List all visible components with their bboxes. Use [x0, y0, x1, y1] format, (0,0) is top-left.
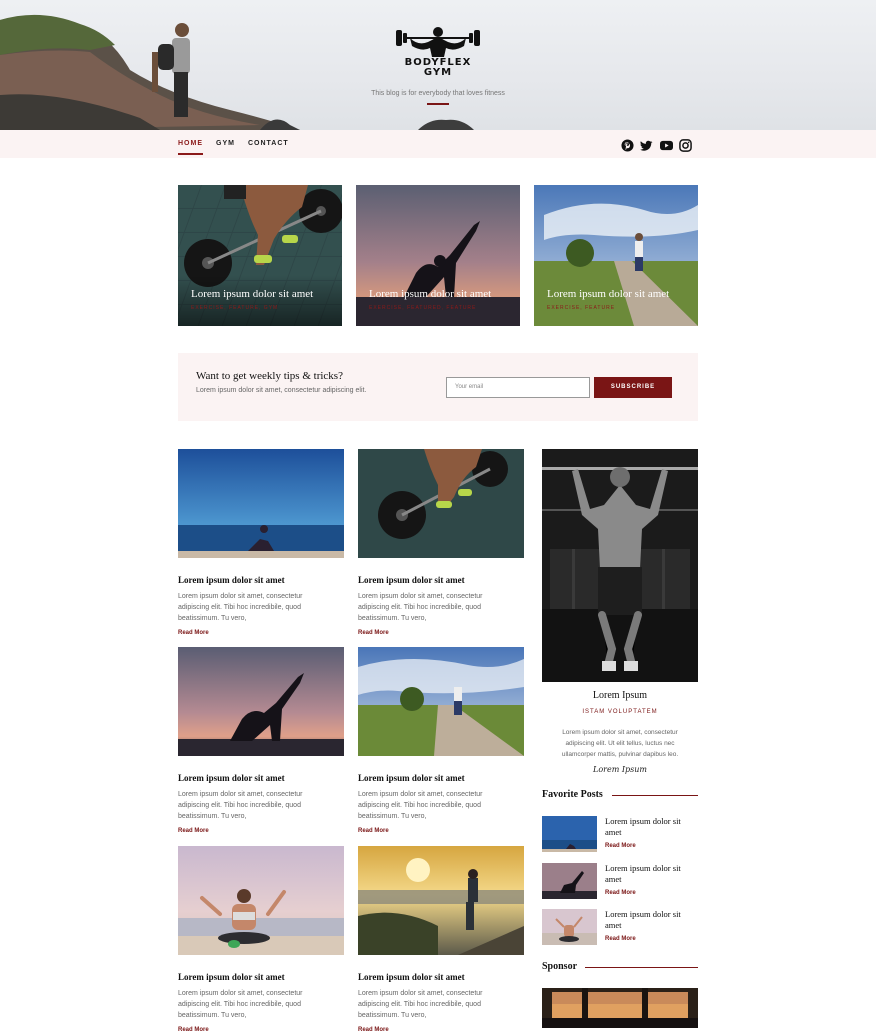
post-image-yoga-sunset: [178, 647, 344, 756]
post-title[interactable]: Lorem ipsum dolor sit amet: [178, 773, 344, 783]
post-excerpt: Lorem ipsum dolor sit amet, consectetur …: [178, 990, 303, 1019]
about-author-name: Lorem Ipsum: [592, 690, 648, 701]
bodybuilder-logo-icon: [396, 27, 480, 57]
post-card[interactable]: Lorem ipsum dolor sit amet Lorem ipsum d…: [178, 449, 344, 636]
post-title[interactable]: Lorem ipsum dolor sit amet: [358, 972, 524, 982]
read-more-link[interactable]: Read More: [178, 828, 344, 834]
instagram-icon[interactable]: [679, 139, 692, 152]
post-image-yoga-ocean: [178, 449, 344, 558]
site-tagline: This blog is for everybody that loves fi…: [371, 90, 505, 97]
heading-divider: [585, 967, 698, 968]
read-more-link[interactable]: Read More: [358, 1027, 524, 1033]
featured-post-meta: EXERCISE, FEATURE, GYM: [191, 305, 279, 311]
youtube-icon[interactable]: [659, 139, 674, 152]
favorite-post-title[interactable]: Lorem ipsum dolor sit amet: [605, 863, 699, 885]
post-image-meditation-beach: [178, 846, 344, 955]
featured-post-title[interactable]: Lorem ipsum dolor sit amet: [369, 288, 491, 300]
pinterest-icon[interactable]: [621, 139, 634, 152]
read-more-link[interactable]: Read More: [358, 630, 524, 636]
post-excerpt: Lorem ipsum dolor sit amet, consectetur …: [178, 791, 303, 820]
favorite-thumb-meditation: [542, 909, 597, 945]
post-card[interactable]: Lorem ipsum dolor sit amet Lorem ipsum d…: [358, 647, 524, 834]
nav-item-home[interactable]: HOME: [178, 140, 203, 155]
main-nav: HOME GYM CONTACT: [0, 130, 876, 158]
read-more-link[interactable]: Read More: [605, 936, 636, 942]
favorite-post-item[interactable]: Lorem ipsum dolor sit amet Read More: [542, 816, 698, 852]
site-logo[interactable]: BODYFLEX GYM This blog is for everybody …: [338, 24, 538, 105]
post-card[interactable]: Lorem ipsum dolor sit amet Lorem ipsum d…: [358, 449, 524, 636]
nav-item-contact[interactable]: CONTACT: [248, 140, 289, 147]
email-input[interactable]: Your email: [446, 377, 590, 398]
about-author-text: Lorem ipsum dolor sit amet, consectetur …: [561, 729, 679, 758]
post-excerpt: Lorem ipsum dolor sit amet, consectetur …: [358, 990, 483, 1019]
featured-post-title[interactable]: Lorem ipsum dolor sit amet: [191, 288, 313, 300]
favorite-post-item[interactable]: Lorem ipsum dolor sit amet Read More: [542, 909, 698, 945]
post-excerpt: Lorem ipsum dolor sit amet, consectetur …: [358, 791, 483, 820]
favorite-post-title[interactable]: Lorem ipsum dolor sit amet: [605, 909, 699, 931]
subscribe-button[interactable]: SUBSCRIBE: [594, 377, 672, 398]
post-excerpt: Lorem ipsum dolor sit amet, consectetur …: [358, 593, 483, 622]
read-more-link[interactable]: Read More: [178, 1027, 344, 1033]
post-card[interactable]: Lorem ipsum dolor sit amet Lorem ipsum d…: [178, 647, 344, 834]
author-signature: Lorem Ipsum: [593, 765, 647, 774]
post-title[interactable]: Lorem ipsum dolor sit amet: [358, 773, 524, 783]
sponsor-heading: Sponsor: [542, 961, 578, 972]
heading-divider: [612, 795, 698, 796]
favorite-posts-heading: Favorite Posts: [542, 789, 603, 800]
featured-post-title[interactable]: Lorem ipsum dolor sit amet: [547, 288, 669, 300]
newsletter-description: Lorem ipsum dolor sit amet, consectetur …: [196, 387, 367, 394]
featured-post-meta: EXERCISE, FEATURE: [547, 305, 616, 311]
post-title[interactable]: Lorem ipsum dolor sit amet: [178, 972, 344, 982]
favorite-post-title[interactable]: Lorem ipsum dolor sit amet: [605, 816, 699, 838]
post-image-yoga-sunrise: [358, 846, 524, 955]
read-more-link[interactable]: Read More: [358, 828, 524, 834]
favorite-thumb-yoga-sunset: [542, 863, 597, 899]
hero-cliff-image: [0, 14, 300, 130]
twitter-icon[interactable]: [640, 139, 653, 152]
post-image-weightlifting: [358, 449, 524, 558]
tagline-divider: [427, 103, 449, 105]
post-image-runner-road: [358, 647, 524, 756]
read-more-link[interactable]: Read More: [605, 890, 636, 896]
about-author-image: [542, 449, 698, 682]
featured-post-card[interactable]: Lorem ipsum dolor sit amet EXERCISE, FEA…: [178, 185, 342, 326]
post-title[interactable]: Lorem ipsum dolor sit amet: [358, 575, 524, 585]
post-excerpt: Lorem ipsum dolor sit amet, consectetur …: [178, 593, 303, 622]
newsletter-box: Want to get weekly tips & tricks? Lorem …: [178, 353, 698, 421]
featured-post-card[interactable]: Lorem ipsum dolor sit amet EXERCISE, FEA…: [534, 185, 698, 326]
read-more-link[interactable]: Read More: [605, 843, 636, 849]
read-more-link[interactable]: Read More: [178, 630, 344, 636]
hero-rock: [418, 119, 474, 130]
newsletter-title: Want to get weekly tips & tricks?: [196, 370, 343, 382]
about-author-subtitle: ISTAM VOLUPTATEM: [582, 709, 658, 715]
brand-name-line2: GYM: [423, 67, 453, 78]
nav-item-gym[interactable]: GYM: [216, 140, 235, 147]
post-card[interactable]: Lorem ipsum dolor sit amet Lorem ipsum d…: [178, 846, 344, 1033]
favorite-post-item[interactable]: Lorem ipsum dolor sit amet Read More: [542, 863, 698, 899]
post-title[interactable]: Lorem ipsum dolor sit amet: [178, 575, 344, 585]
featured-post-card[interactable]: Lorem ipsum dolor sit amet EXERCISE, FEA…: [356, 185, 520, 326]
post-card[interactable]: Lorem ipsum dolor sit amet Lorem ipsum d…: [358, 846, 524, 1033]
sponsor-banner-image[interactable]: [542, 988, 698, 1028]
featured-post-meta: EXERCISE, FEATURED, FEATURE: [369, 305, 477, 311]
favorite-thumb-yoga-ocean: [542, 816, 597, 852]
hero-header: BODYFLEX GYM This blog is for everybody …: [0, 0, 876, 130]
